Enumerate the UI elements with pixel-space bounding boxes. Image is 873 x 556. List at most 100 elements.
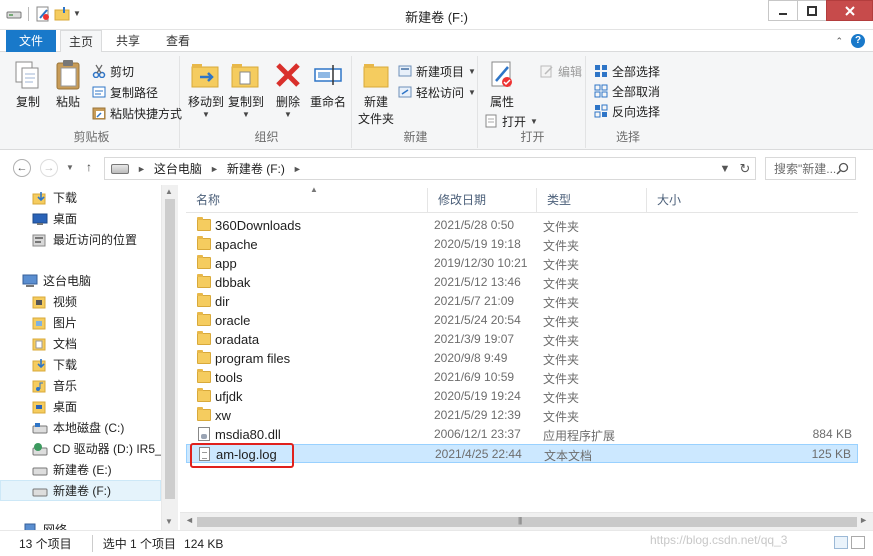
refresh-icon[interactable]: ↻ [735, 161, 755, 177]
file-name: oradata [215, 332, 260, 347]
column-size[interactable]: 大小 [647, 188, 858, 213]
sidebar-item-volume-f[interactable]: 新建卷 (F:) [0, 480, 161, 501]
sidebar-item-network[interactable]: 网络 [0, 519, 161, 530]
file-row[interactable]: dbbak 2021/5/12 13:46 文件夹 [186, 273, 858, 292]
forward-button[interactable]: → [40, 159, 58, 177]
easy-access-button[interactable]: 轻松访问 ▼ [398, 83, 476, 101]
scroll-up-icon[interactable]: ▲ [165, 187, 173, 196]
file-date: 2021/5/24 20:54 [434, 313, 521, 327]
column-name[interactable]: 名称 [186, 188, 428, 213]
scroll-left-icon[interactable]: ◄ [185, 515, 194, 525]
breadcrumb-volume[interactable]: 新建卷 (F:) [227, 160, 285, 177]
file-row[interactable]: oradata 2021/3/9 19:07 文件夹 [186, 330, 858, 349]
new-group: 新建 文件夹 新建项目 ▼ 轻松访问 ▼ 新建 [354, 56, 478, 148]
sidebar-item-pictures[interactable]: 图片 [0, 312, 161, 333]
new-group-label: 新建 [403, 130, 428, 144]
search-input[interactable]: 搜索"新建... [765, 157, 856, 180]
tab-home[interactable]: 主页 [60, 30, 102, 53]
file-row[interactable]: tools 2021/6/9 10:59 文件夹 [186, 368, 858, 387]
details-view-icon[interactable] [834, 536, 848, 549]
cut-button[interactable]: 剪切 [92, 62, 134, 80]
column-type[interactable]: 类型 [537, 188, 647, 213]
sidebar-item-music[interactable]: 音乐 [0, 375, 161, 396]
column-date[interactable]: 修改日期 [428, 188, 537, 213]
scrollbar-thumb[interactable] [165, 199, 175, 499]
rename-button[interactable]: 重命名 [308, 59, 348, 110]
tab-share[interactable]: 共享 [108, 30, 148, 52]
back-button[interactable]: ← [13, 159, 31, 177]
new-item-icon [398, 64, 412, 78]
file-row[interactable]: msdia80.dll 2006/12/1 23:37 应用程序扩展 884 KB [186, 425, 858, 444]
paste-button[interactable]: 粘贴 [50, 59, 86, 110]
chevron-up-icon[interactable]: ⌃ [835, 36, 843, 47]
sidebar-item-recent-places[interactable]: 最近访问的位置 [0, 229, 161, 250]
file-row[interactable]: program files 2020/9/8 9:49 文件夹 [186, 349, 858, 368]
sidebar-item-desktop-2[interactable]: 桌面 [0, 396, 161, 417]
folder-icon [197, 350, 211, 364]
scroll-down-icon[interactable]: ▼ [165, 517, 173, 526]
minimize-button[interactable] [768, 0, 798, 21]
cut-label: 剪切 [110, 64, 135, 79]
rename-icon [312, 59, 344, 91]
properties-button[interactable]: 属性 [482, 59, 522, 110]
edit-button[interactable]: 编辑 [540, 62, 582, 80]
scroll-right-icon[interactable]: ► [859, 515, 868, 525]
horizontal-scrollbar[interactable]: ◄ ||| ► [180, 512, 873, 530]
tab-view[interactable]: 查看 [158, 30, 198, 52]
breadcrumb-this-pc[interactable]: 这台电脑 [154, 160, 202, 177]
select-all-button[interactable]: 全部选择 [594, 62, 660, 80]
file-row[interactable]: xw 2021/5/29 12:39 文件夹 [186, 406, 858, 425]
select-none-button[interactable]: 全部取消 [594, 82, 660, 100]
copy-to-icon [230, 59, 262, 91]
chevron-down-icon[interactable]: ▼ [715, 163, 735, 175]
up-button[interactable]: ↑ [86, 160, 92, 174]
invert-selection-button[interactable]: 反向选择 [594, 102, 660, 120]
file-row[interactable]: oracle 2021/5/24 20:54 文件夹 [186, 311, 858, 330]
open-icon [484, 114, 498, 128]
tab-file[interactable]: 文件 [6, 30, 56, 52]
sidebar-item-label: 文档 [53, 337, 78, 351]
address-controls: ▼ ↻ [715, 158, 755, 179]
paste-shortcut-button[interactable]: 粘贴快捷方式 [92, 104, 182, 122]
file-row[interactable]: am-log.log 2021/4/25 22:44 文本文档 125 KB [186, 444, 858, 463]
file-name: ufjdk [215, 389, 243, 404]
file-row[interactable]: apache 2020/5/19 19:18 文件夹 [186, 235, 858, 254]
file-row[interactable]: app 2019/12/30 10:21 文件夹 [186, 254, 858, 273]
sidebar-item-desktop[interactable]: 桌面 [0, 208, 161, 229]
recent-locations-icon[interactable]: ▼ [66, 163, 74, 172]
sidebar-item-videos[interactable]: 视频 [0, 291, 161, 312]
column-headers: 名称 ▲ 修改日期 类型 大小 [186, 185, 858, 213]
sidebar-item-documents[interactable]: 文档 [0, 333, 161, 354]
ribbon-tabs: 文件 主页 共享 查看 ⌃ ? [0, 30, 873, 53]
sidebar-scrollbar[interactable]: ▲ ▼ [161, 185, 178, 530]
scrollbar-thumb[interactable] [197, 517, 857, 527]
move-to-button[interactable]: 移动到 ▼ [186, 59, 226, 119]
copy-button[interactable]: 复制 [10, 59, 46, 110]
sidebar-item-cd-drive[interactable]: CD 驱动器 (D:) IR5_SS [0, 438, 165, 459]
delete-button[interactable]: 删除 ▼ [270, 59, 306, 119]
new-item-button[interactable]: 新建项目 ▼ [398, 62, 476, 80]
sidebar-item-downloads-2[interactable]: 下载 [0, 354, 161, 375]
file-row[interactable]: ufjdk 2020/5/19 19:24 文件夹 [186, 387, 858, 406]
sidebar-item-this-pc[interactable]: 这台电脑 [0, 270, 161, 291]
address-bar[interactable]: ► 这台电脑 ► 新建卷 (F:) ► ▼ ↻ [104, 157, 756, 180]
file-row[interactable]: 360Downloads 2021/5/28 0:50 文件夹 [186, 216, 858, 235]
copy-path-button[interactable]: 复制路径 [92, 83, 158, 101]
paste-icon [52, 59, 84, 91]
sidebar-item-local-disk-c[interactable]: 本地磁盘 (C:) [0, 417, 161, 438]
view-switcher [834, 536, 865, 549]
sidebar-item-volume-e[interactable]: 新建卷 (E:) [0, 459, 161, 480]
organize-group: 移动到 ▼ 复制到 ▼ 删除 ▼ 重命名 组织 [182, 56, 352, 148]
help-icon[interactable]: ? [851, 34, 865, 48]
large-icons-view-icon[interactable] [851, 536, 865, 549]
file-type: 文件夹 [543, 239, 580, 253]
file-row[interactable]: dir 2021/5/7 21:09 文件夹 [186, 292, 858, 311]
search-icon[interactable] [836, 162, 849, 175]
maximize-button[interactable] [797, 0, 827, 21]
new-folder-button[interactable]: 新建 文件夹 [356, 59, 396, 127]
close-button[interactable] [826, 0, 873, 21]
copy-to-button[interactable]: 复制到 ▼ [226, 59, 266, 119]
sidebar-item-downloads[interactable]: 下载 [0, 187, 161, 208]
properties-label: 属性 [489, 95, 514, 109]
easy-access-label: 轻松访问 [416, 85, 465, 100]
